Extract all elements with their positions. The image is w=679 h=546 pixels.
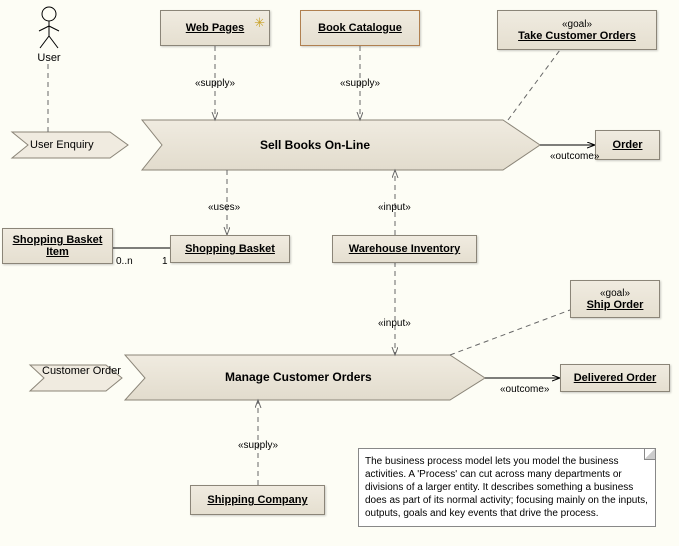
event-customer-order: Customer Order [42,365,102,377]
label-outcome-1: «outcome» [550,151,599,162]
gear-icon: ✳ [254,15,265,31]
node-order: Order [595,130,660,160]
node-shopping-basket: Shopping Basket [170,235,290,263]
node-shopping-basket-item: Shopping Basket Item [2,228,113,264]
label-input-1: «input» [378,202,411,213]
actor-user: User [34,6,64,64]
label-mult-1: 1 [162,256,168,267]
node-book-catalogue: Book Catalogue [300,10,420,46]
wi-label: Warehouse Inventory [349,243,460,255]
web-pages-label: Web Pages [186,22,245,34]
node-take-orders: «goal» Take Customer Orders [497,10,657,50]
order-label: Order [613,139,643,151]
label-supply-2: «supply» [340,78,380,89]
process-manage-orders: Manage Customer Orders [225,370,372,384]
ship-order-stereo: «goal» [600,288,630,299]
label-uses: «uses» [208,202,240,213]
sbi-label: Shopping Basket Item [9,234,106,258]
event-user-enquiry: User Enquiry [30,139,94,151]
process-sell-books: Sell Books On-Line [260,138,370,152]
actor-label: User [34,52,64,64]
label-supply-3: «supply» [238,440,278,451]
ship-order-label: Ship Order [587,299,644,311]
node-web-pages: Web Pages ✳ [160,10,270,46]
node-warehouse-inventory: Warehouse Inventory [332,235,477,263]
shipping-company-label: Shipping Company [207,494,307,506]
sb-label: Shopping Basket [185,243,275,255]
note: The business process model lets you mode… [358,448,656,527]
node-shipping-company: Shipping Company [190,485,325,515]
label-input-2: «input» [378,318,411,329]
node-ship-order: «goal» Ship Order [570,280,660,318]
take-orders-label: Take Customer Orders [518,30,636,42]
take-orders-stereo: «goal» [562,19,592,30]
label-mult-0n: 0..n [116,256,133,267]
label-supply-1: «supply» [195,78,235,89]
label-outcome-2: «outcome» [500,384,549,395]
node-delivered-order: Delivered Order [560,364,670,392]
delivered-order-label: Delivered Order [574,372,657,384]
book-catalogue-label: Book Catalogue [318,22,402,34]
